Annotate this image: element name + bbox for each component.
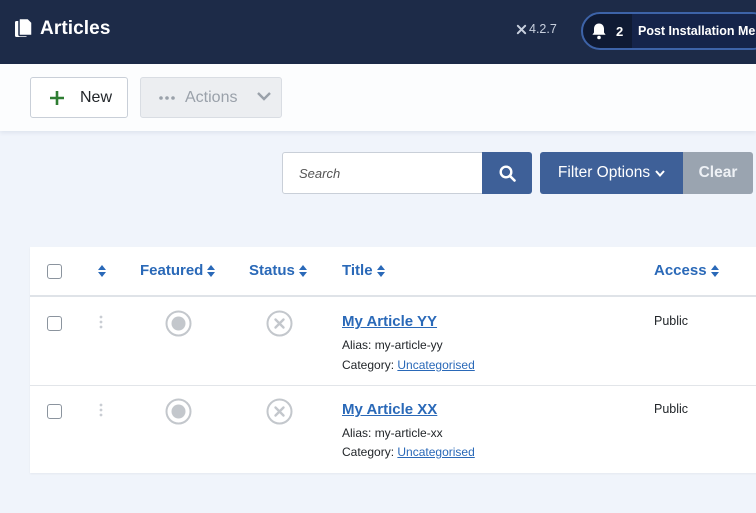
drag-handle-icon[interactable] [99, 315, 103, 329]
version-number: 4.2.7 [529, 22, 557, 36]
select-all-checkbox[interactable] [47, 264, 62, 279]
article-category: Category: Uncategorised [342, 445, 475, 459]
top-header: Articles 4.2.7 2 Post Installation Messa… [0, 0, 756, 64]
column-header-access[interactable]: Access [654, 262, 719, 279]
alias-value: my-article-yy [374, 338, 443, 352]
featured-header-label: Featured [140, 262, 204, 279]
new-button[interactable]: New [30, 77, 128, 118]
category-label: Category: [342, 358, 395, 372]
post-installation-messages-button[interactable]: 2 Post Installation Messages [581, 12, 756, 50]
column-header-status[interactable]: Status [249, 262, 307, 279]
actions-dropdown[interactable]: Actions [140, 77, 282, 118]
article-category: Category: Uncategorised [342, 358, 475, 372]
notification-count: 2 [616, 23, 624, 39]
sort-icon [710, 264, 719, 277]
article-title-link[interactable]: My Article XX [342, 401, 437, 418]
search-button[interactable] [482, 152, 532, 194]
column-header-featured[interactable]: Featured [140, 262, 216, 279]
version-info[interactable]: 4.2.7 [516, 22, 557, 36]
filter-options-label: Filter Options [557, 164, 651, 181]
alias-value: my-article-xx [374, 426, 443, 440]
article-alias: Alias: my-article-yy [342, 338, 443, 352]
sort-icon [207, 264, 216, 277]
category-link[interactable]: Uncategorised [397, 358, 474, 372]
unpublished-x-icon[interactable] [266, 398, 293, 425]
access-level: Public [654, 314, 689, 328]
alias-label: Alias: [342, 338, 372, 352]
table-row: My Article XX Alias: my-article-xx Categ… [30, 386, 756, 475]
articles-table: Featured Status Title Access My Article … [30, 247, 756, 473]
category-label: Category: [342, 445, 395, 459]
ellipsis-icon [159, 95, 175, 100]
plus-icon [50, 90, 64, 105]
drag-handle-icon[interactable] [99, 403, 103, 417]
joomla-icon [516, 24, 527, 34]
access-level: Public [654, 402, 689, 416]
category-link[interactable]: Uncategorised [397, 445, 474, 459]
unpublished-x-icon[interactable] [266, 310, 293, 337]
filter-options-button[interactable]: Filter Options [540, 152, 683, 194]
row-checkbox[interactable] [47, 404, 62, 419]
unfeatured-circle-icon[interactable] [165, 310, 192, 337]
caret-down-icon [655, 169, 665, 177]
new-button-label: New [80, 88, 113, 106]
toolbar: New Actions [0, 64, 756, 131]
article-title-link[interactable]: My Article YY [342, 313, 437, 330]
title-header-label: Title [342, 262, 373, 279]
alias-label: Alias: [342, 426, 372, 440]
table-row: My Article YY Alias: my-article-yy Categ… [30, 297, 756, 386]
search-icon [498, 164, 516, 182]
unfeatured-circle-icon[interactable] [165, 398, 192, 425]
table-header: Featured Status Title Access [30, 247, 756, 297]
page-title-group: Articles [14, 18, 111, 40]
row-checkbox[interactable] [47, 316, 62, 331]
sort-icon [376, 264, 385, 277]
article-alias: Alias: my-article-xx [342, 426, 443, 440]
page-title: Articles [40, 18, 111, 39]
status-header-label: Status [249, 262, 295, 279]
access-header-label: Access [654, 262, 707, 279]
chevron-down-icon [257, 92, 271, 101]
clear-label: Clear [698, 164, 738, 181]
actions-label: Actions [185, 88, 238, 106]
bell-icon [592, 23, 606, 40]
documents-icon [15, 18, 33, 37]
clear-button[interactable]: Clear [683, 152, 753, 194]
sort-icon [298, 264, 307, 277]
ordering-sort-icon[interactable] [98, 265, 106, 277]
notification-label: Post Installation Messages [632, 14, 756, 48]
search-input[interactable] [282, 152, 483, 194]
column-header-title[interactable]: Title [342, 262, 385, 279]
